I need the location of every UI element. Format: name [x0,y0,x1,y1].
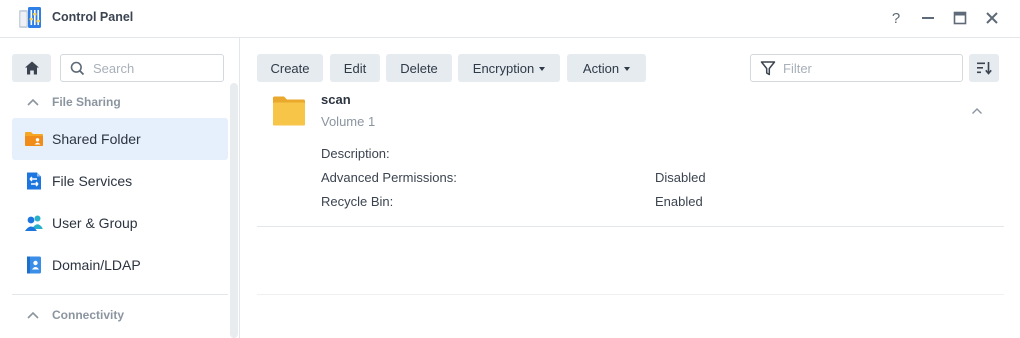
user-group-icon [24,213,44,233]
section-connectivity[interactable]: Connectivity [12,304,228,326]
control-panel-icon [18,6,42,30]
advanced-permissions-label: Advanced Permissions: [321,170,457,185]
folder-name[interactable]: scan [321,92,351,107]
search-input[interactable] [93,59,218,77]
section-label: Connectivity [52,308,125,322]
title-bar: Control Panel ? [0,0,1020,38]
section-label: File Sharing [52,95,121,109]
advanced-permissions-value: Disabled [655,170,706,185]
domain-ldap-icon [24,255,44,275]
section-file-sharing[interactable]: File Sharing [12,91,228,113]
caret-down-icon [624,67,631,71]
collapse-button[interactable] [968,103,986,119]
maximize-icon [953,11,967,25]
caret-down-icon [539,67,546,71]
shared-folder-icon [24,129,44,149]
sidebar-item-label: Shared Folder [52,131,141,147]
row-divider [257,226,1004,227]
sidebar-scrollbar[interactable] [230,83,238,338]
sidebar-item-label: File Services [52,173,133,189]
sidebar-item-user-group[interactable]: User & Group [12,202,228,244]
sidebar-item-label: User & Group [52,215,138,231]
close-icon [986,12,998,24]
recycle-bin-value: Enabled [655,194,703,209]
chevron-up-icon [972,108,982,114]
window-title: Control Panel [52,10,134,24]
encryption-label: Encryption [472,60,535,76]
sidebar: File Sharing Shared Folder File Services [0,38,240,338]
maximize-button[interactable] [950,8,970,28]
encryption-dropdown[interactable]: Encryption [458,54,560,82]
filter-icon [760,60,776,82]
help-button[interactable]: ? [886,8,906,28]
file-services-icon [24,171,44,191]
sidebar-item-label: Domain/LDAP [52,257,141,273]
search-icon [70,61,85,81]
chevron-up-icon [27,98,43,106]
close-button[interactable] [982,8,1002,28]
sidebar-item-shared-folder[interactable]: Shared Folder [12,118,228,160]
folder-volume: Volume 1 [321,114,376,129]
delete-button[interactable]: Delete [386,54,452,82]
sidebar-item-domain-ldap[interactable]: Domain/LDAP [12,244,228,286]
sort-icon [977,62,992,75]
minimize-button[interactable] [918,8,938,28]
action-dropdown[interactable]: Action [567,54,646,82]
recycle-bin-label: Recycle Bin: [321,194,394,209]
description-label: Description: [321,146,390,161]
home-button[interactable] [12,54,51,82]
folder-icon [272,96,306,126]
create-button[interactable]: Create [257,54,323,82]
filter-field[interactable] [750,54,963,82]
chevron-up-icon [27,311,43,319]
row-divider [257,294,1004,295]
home-icon [24,61,39,75]
edit-button[interactable]: Edit [330,54,380,82]
sidebar-item-file-services[interactable]: File Services [12,160,228,202]
sidebar-divider [12,294,228,295]
filter-input[interactable] [783,59,953,77]
search-field[interactable] [60,54,224,82]
action-label: Action [582,60,620,76]
sort-button[interactable] [969,54,999,82]
minimize-icon [922,17,934,19]
